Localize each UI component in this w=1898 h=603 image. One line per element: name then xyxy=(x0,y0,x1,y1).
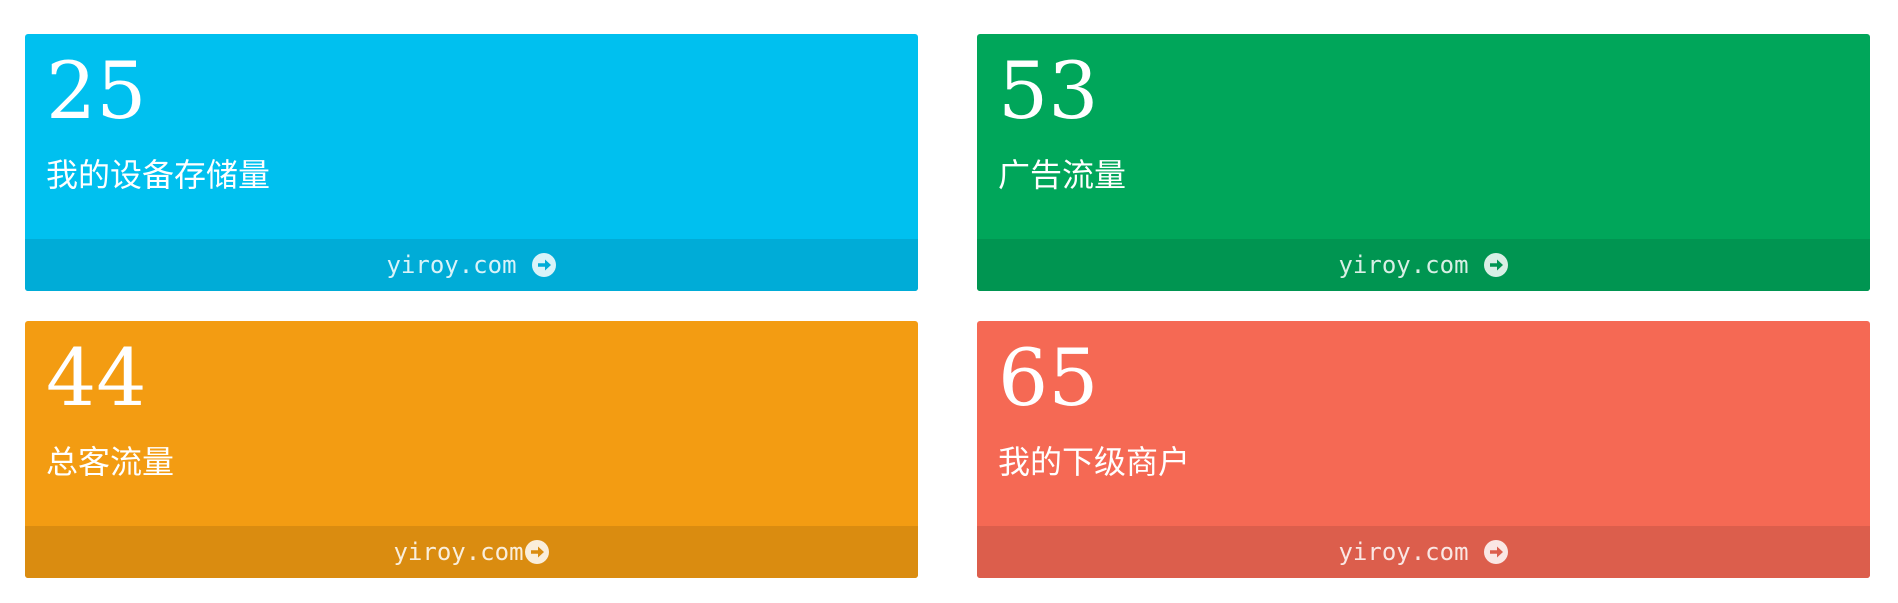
stat-label: 广告流量 xyxy=(998,156,1127,194)
stat-value: 53 xyxy=(998,45,1099,137)
more-info-text: yiroy.com xyxy=(1338,538,1469,566)
stat-value: 44 xyxy=(46,332,147,424)
stat-label: 我的下级商户 xyxy=(998,443,1191,481)
more-info-link[interactable]: yiroy.com xyxy=(977,239,1870,291)
stat-label: 我的设备存储量 xyxy=(46,156,271,194)
stat-card-sub-merchants: 65 我的下级商户 yiroy.com xyxy=(977,321,1870,578)
stat-value: 25 xyxy=(46,45,147,137)
arrow-circle-right-icon xyxy=(1483,252,1509,278)
stat-card-device-storage: 25 我的设备存储量 yiroy.com xyxy=(25,34,918,291)
stat-card-ad-traffic: 53 广告流量 yiroy.com xyxy=(977,34,1870,291)
arrow-circle-right-icon xyxy=(1483,539,1509,565)
arrow-circle-right-icon xyxy=(524,539,550,565)
arrow-circle-right-icon xyxy=(531,252,557,278)
more-info-text: yiroy.com xyxy=(386,251,517,279)
more-info-link[interactable]: yiroy.com xyxy=(25,526,918,578)
more-info-text: yiroy.com xyxy=(393,538,524,566)
stat-value: 65 xyxy=(998,332,1099,424)
stat-label: 总客流量 xyxy=(46,443,175,481)
stat-card-total-traffic: 44 总客流量 yiroy.com xyxy=(25,321,918,578)
more-info-link[interactable]: yiroy.com xyxy=(977,526,1870,578)
more-info-link[interactable]: yiroy.com xyxy=(25,239,918,291)
more-info-text: yiroy.com xyxy=(1338,251,1469,279)
